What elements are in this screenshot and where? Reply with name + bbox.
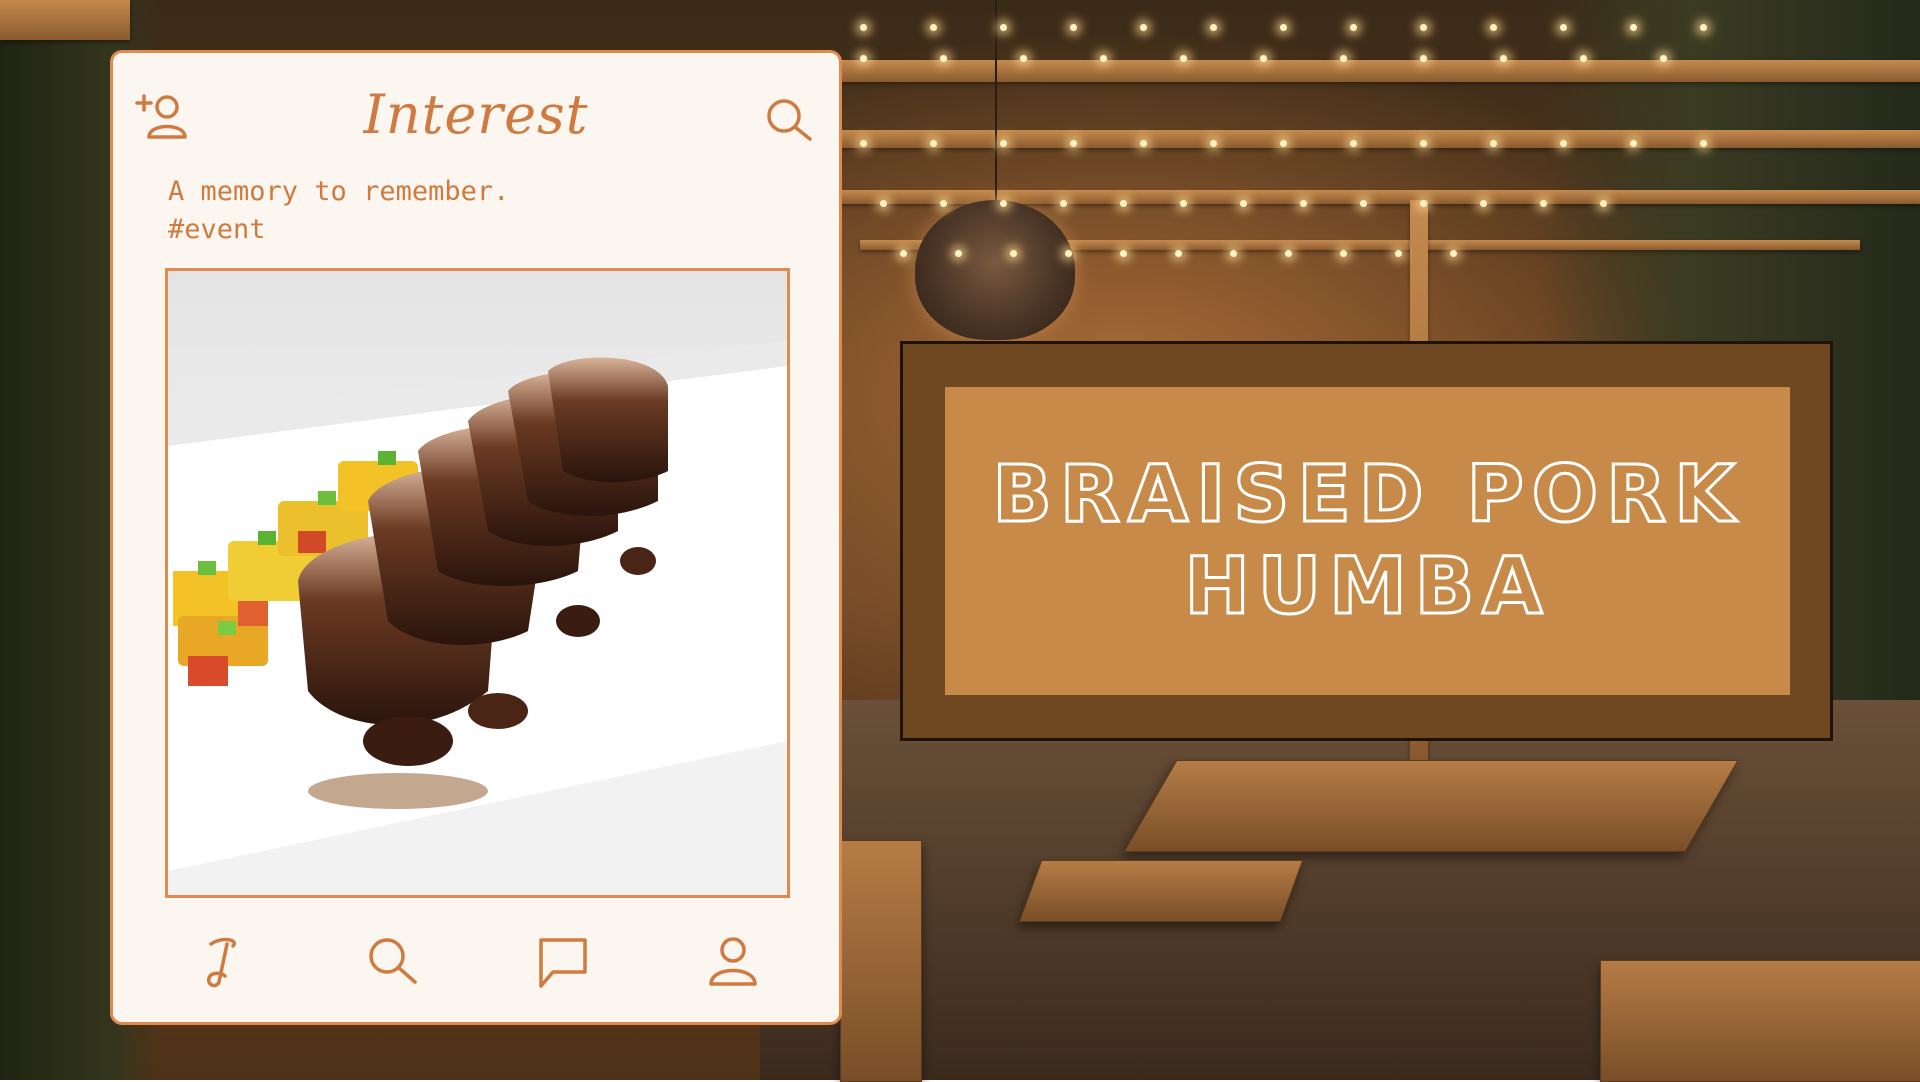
light-bulb (1600, 200, 1607, 207)
light-bulb (955, 250, 962, 257)
dish-title: BRAISED PORK HUMBA (991, 449, 1743, 634)
caption-text: A memory to remember. (168, 176, 510, 207)
light-bulb (1420, 200, 1427, 207)
light-bulb (1350, 140, 1357, 147)
title-panel: BRAISED PORK HUMBA (900, 341, 1833, 741)
app-title: Interest (363, 83, 589, 146)
light-bulb (1230, 250, 1237, 257)
light-bulb (1285, 250, 1292, 257)
caption-hashtag[interactable]: #event (168, 211, 509, 249)
light-bulb (1140, 24, 1147, 31)
top-bar: Interest (113, 53, 839, 183)
light-bulb (1480, 200, 1487, 207)
light-bulb (1700, 140, 1707, 147)
light-bulb (1180, 55, 1187, 62)
search-icon[interactable] (363, 932, 423, 992)
light-bulb (860, 140, 867, 147)
light-bulb (930, 140, 937, 147)
post-card: Interest A memory to remember. #event (110, 50, 842, 1025)
light-bulb (1395, 250, 1402, 257)
light-bulb (1700, 24, 1707, 31)
interest-logo-icon[interactable] (193, 932, 253, 992)
light-bulb (1175, 250, 1182, 257)
lamp-cord (995, 0, 997, 205)
light-bulb (860, 55, 867, 62)
bottom-nav (113, 902, 839, 1022)
light-bulb (1000, 140, 1007, 147)
light-bulb (1630, 140, 1637, 147)
light-bulb (1000, 24, 1007, 31)
light-bulb (1660, 55, 1667, 62)
light-bulb (1350, 24, 1357, 31)
light-bulb (900, 250, 907, 257)
light-bulb (1020, 55, 1027, 62)
light-bulb (1240, 200, 1247, 207)
light-bulb (1420, 24, 1427, 31)
light-bulb (1000, 200, 1007, 207)
light-bulb (1180, 200, 1187, 207)
light-bulb (1140, 140, 1147, 147)
search-icon[interactable] (763, 95, 815, 147)
light-bulb (1280, 24, 1287, 31)
light-bulb (1450, 250, 1457, 257)
light-bulb (1260, 55, 1267, 62)
light-bulb (1070, 24, 1077, 31)
post-photo[interactable] (165, 268, 790, 898)
light-bulb (1490, 24, 1497, 31)
pergola-beam (0, 0, 130, 40)
light-bulb (1120, 250, 1127, 257)
wooden-bench (1018, 860, 1304, 922)
light-bulb (1065, 250, 1072, 257)
light-bulb (1070, 140, 1077, 147)
light-bulb (1060, 200, 1067, 207)
light-bulb (1280, 140, 1287, 147)
light-bulb (1420, 55, 1427, 62)
post-caption: A memory to remember. #event (168, 173, 509, 249)
light-bulb (1560, 140, 1567, 147)
light-bulb (1630, 24, 1637, 31)
profile-icon[interactable] (703, 932, 763, 992)
light-bulb (1490, 140, 1497, 147)
light-bulb (1210, 140, 1217, 147)
light-bulb (940, 200, 947, 207)
title-panel-inner: BRAISED PORK HUMBA (945, 387, 1790, 695)
light-bulb (1360, 200, 1367, 207)
light-bulb (1010, 250, 1017, 257)
wooden-table (1123, 760, 1739, 852)
woven-pendant-lamp (915, 200, 1075, 340)
light-bulb (930, 24, 937, 31)
light-bulb (1560, 24, 1567, 31)
light-bulb (1420, 140, 1427, 147)
wooden-bench (840, 840, 922, 1082)
dish-title-line1: BRAISED PORK (991, 449, 1743, 542)
light-bulb (940, 55, 947, 62)
light-bulb (1120, 200, 1127, 207)
braised-pork-photo (168, 341, 787, 895)
light-bulb (880, 200, 887, 207)
light-bulb (1210, 24, 1217, 31)
light-bulb (860, 24, 867, 31)
light-bulb (1580, 55, 1587, 62)
light-bulb (1540, 200, 1547, 207)
wooden-bench (1600, 960, 1920, 1082)
pergola-beam (840, 60, 1920, 82)
light-bulb (1300, 200, 1307, 207)
light-bulb (1100, 55, 1107, 62)
light-bulb (1340, 55, 1347, 62)
chat-icon[interactable] (533, 932, 593, 992)
light-bulb (1340, 250, 1347, 257)
light-bulb (1500, 55, 1507, 62)
dish-title-line2: HUMBA (1183, 541, 1551, 634)
